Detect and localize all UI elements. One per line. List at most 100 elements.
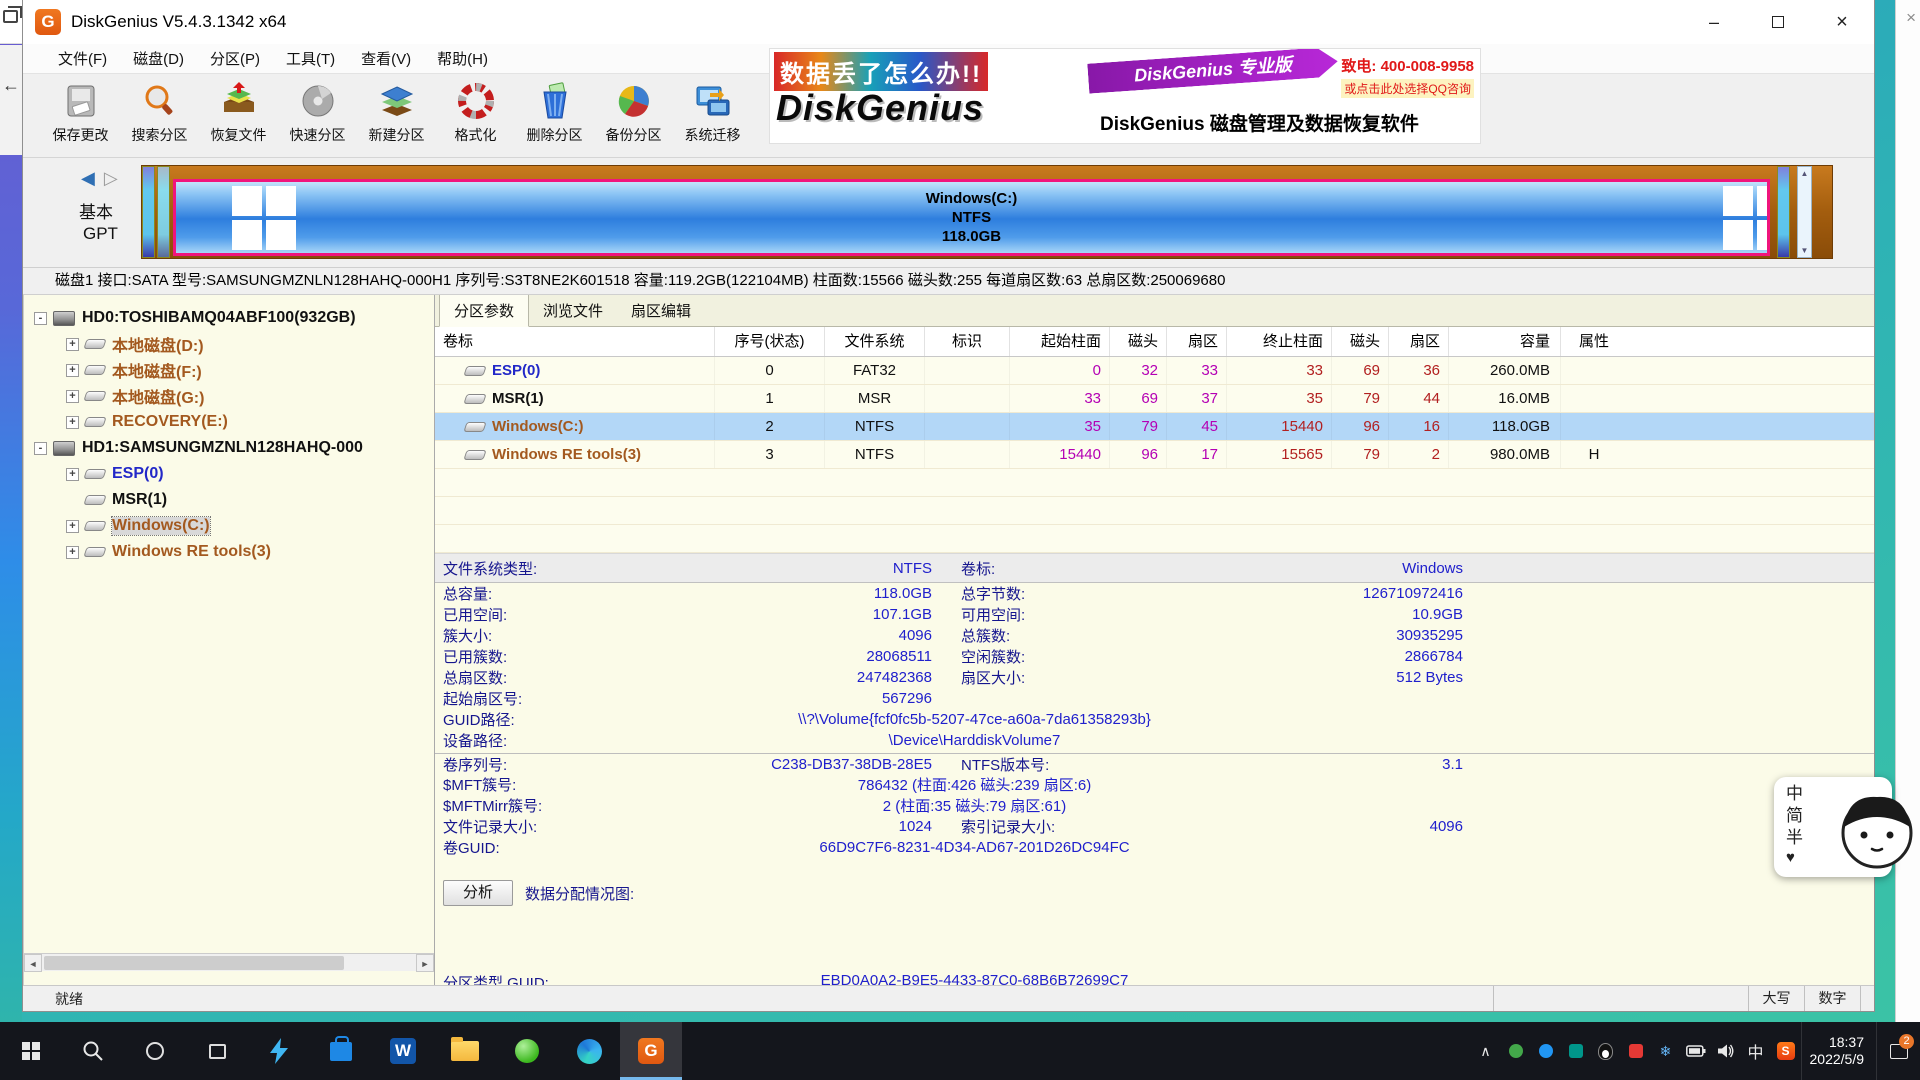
system-migration-button[interactable]: 系统迁移	[673, 74, 752, 157]
scroll-right-icon[interactable]: ►	[416, 954, 434, 972]
background-close-icon[interactable]: ×	[1906, 8, 1916, 28]
expander-icon[interactable]: -	[34, 312, 47, 325]
tray-snowflake-icon[interactable]: ❄	[1651, 1022, 1681, 1080]
tray-green-icon[interactable]	[1501, 1022, 1531, 1080]
tree-horizontal-scrollbar[interactable]: ◄ ►	[24, 953, 434, 971]
tray-qq-icon[interactable]	[1591, 1022, 1621, 1080]
tree-item-local-f[interactable]: + 本地磁盘(F:)	[24, 357, 434, 383]
battery-icon[interactable]	[1681, 1022, 1711, 1080]
action-center-button[interactable]: 2	[1876, 1022, 1920, 1080]
menu-tools[interactable]: 工具(T)	[273, 48, 348, 69]
recover-files-button[interactable]: 恢复文件	[199, 74, 278, 157]
quick-partition-button[interactable]: 快速分区	[278, 74, 357, 157]
restore-window-icon[interactable]	[3, 10, 18, 23]
tab-partition-params[interactable]: 分区参数	[439, 295, 529, 327]
delete-partition-button[interactable]: 删除分区	[515, 74, 594, 157]
expander-icon[interactable]: +	[66, 468, 79, 481]
col-header-attr[interactable]: 属性	[1561, 327, 1627, 356]
ime-status-panel[interactable]: 中 简 半 ♥	[1774, 777, 1892, 877]
re-tools-partition-segment[interactable]	[1777, 166, 1790, 258]
expander-icon[interactable]: -	[34, 442, 47, 455]
tree-item-recovery-e[interactable]: + RECOVERY(E:)	[24, 409, 434, 435]
expander-icon[interactable]: +	[66, 520, 79, 533]
ad-banner[interactable]: 数据丢了怎么办!! DiskGenius 专业版 致电: 400-008-995…	[769, 48, 1481, 144]
tree-item-hd0[interactable]: - HD0:TOSHIBAMQ04ABF100(932GB)	[24, 305, 434, 331]
prev-disk-icon[interactable]: ◀	[81, 168, 95, 188]
cortana-button[interactable]	[124, 1022, 186, 1080]
expander-icon[interactable]: +	[66, 546, 79, 559]
col-header-start-head[interactable]: 磁头	[1110, 327, 1167, 356]
pinned-lightning-app[interactable]	[248, 1022, 310, 1080]
pinned-store-app[interactable]	[310, 1022, 372, 1080]
expander-icon[interactable]: +	[66, 364, 79, 377]
esp-partition-segment[interactable]	[142, 166, 155, 258]
maximize-button[interactable]	[1746, 0, 1810, 44]
menu-partition[interactable]: 分区(P)	[197, 48, 273, 69]
tray-teal-icon[interactable]	[1561, 1022, 1591, 1080]
col-header-start-sector[interactable]: 扇区	[1167, 327, 1227, 356]
tab-sector-edit[interactable]: 扇区编辑	[617, 295, 705, 326]
disk-bar-scrollbar[interactable]: ▲ ▼	[1797, 166, 1812, 258]
tree-item-windows-re[interactable]: + Windows RE tools(3)	[24, 539, 434, 565]
col-header-end-sector[interactable]: 扇区	[1389, 327, 1449, 356]
analyze-button[interactable]: 分析	[443, 880, 513, 906]
tree-item-msr[interactable]: MSR(1)	[24, 487, 434, 513]
col-header-end-head[interactable]: 磁头	[1332, 327, 1389, 356]
expander-icon[interactable]: +	[66, 416, 79, 429]
col-header-start-cyl[interactable]: 起始柱面	[1010, 327, 1110, 356]
device-path-row: 设备路径: \Device\HarddiskVolume7	[435, 730, 1874, 751]
pinned-browser-app[interactable]	[496, 1022, 558, 1080]
pinned-word-app[interactable]: W	[372, 1022, 434, 1080]
volume-icon[interactable]	[1711, 1022, 1741, 1080]
next-disk-icon[interactable]: ▷	[104, 168, 118, 188]
tree-item-esp[interactable]: + ESP(0)	[24, 461, 434, 487]
tab-browse-files[interactable]: 浏览文件	[529, 295, 617, 326]
col-header-volume[interactable]: 卷标	[435, 327, 715, 356]
tray-blue-icon[interactable]	[1531, 1022, 1561, 1080]
backup-partition-button[interactable]: 备份分区	[594, 74, 673, 157]
menu-disk[interactable]: 磁盘(D)	[120, 48, 197, 69]
col-header-flag[interactable]: 标识	[925, 327, 1010, 356]
col-header-seq[interactable]: 序号(状态)	[715, 327, 825, 356]
format-button[interactable]: 格式化	[436, 74, 515, 157]
menu-help[interactable]: 帮助(H)	[424, 48, 501, 69]
taskbar-search-button[interactable]	[62, 1022, 124, 1080]
close-button[interactable]: ×	[1810, 0, 1874, 44]
menu-file[interactable]: 文件(F)	[45, 48, 120, 69]
file-explorer-button[interactable]	[434, 1022, 496, 1080]
tray-red-icon[interactable]	[1621, 1022, 1651, 1080]
sogou-icon[interactable]: S	[1771, 1022, 1801, 1080]
scroll-up-icon: ▲	[1798, 169, 1811, 178]
minimize-button[interactable]: –	[1682, 0, 1746, 44]
tree-item-local-g[interactable]: + 本地磁盘(G:)	[24, 383, 434, 409]
ad-qq-link[interactable]: 或点击此处选择QQ咨询	[1341, 79, 1474, 98]
windows-c-partition-segment[interactable]: Windows(C:) NTFS 118.0GB	[173, 179, 1770, 256]
table-row-windows-c[interactable]: Windows(C:) 2 NTFS 35 79 45 15440 96 16 …	[435, 413, 1874, 441]
scroll-left-icon[interactable]: ◄	[24, 954, 42, 972]
search-partition-button[interactable]: 搜索分区	[120, 74, 199, 157]
expander-icon[interactable]: +	[66, 338, 79, 351]
task-view-button[interactable]	[186, 1022, 248, 1080]
new-partition-button[interactable]: 新建分区	[357, 74, 436, 157]
scrollbar-thumb[interactable]	[44, 956, 344, 970]
tree-item-windows-c[interactable]: + Windows(C:)	[24, 513, 434, 539]
start-button[interactable]	[0, 1022, 62, 1080]
taskbar-clock[interactable]: 18:37 2022/5/9	[1801, 1022, 1877, 1080]
table-row-msr[interactable]: MSR(1) 1 MSR 33 69 37 35 79 44 16.0MB	[435, 385, 1874, 413]
ime-zh-icon[interactable]: 中	[1741, 1022, 1771, 1080]
taskbar-diskgenius-app[interactable]: G	[620, 1022, 682, 1080]
expander-icon[interactable]: +	[66, 390, 79, 403]
tree-item-local-d[interactable]: + 本地磁盘(D:)	[24, 331, 434, 357]
msr-partition-segment[interactable]	[157, 166, 170, 258]
col-header-size[interactable]: 容量	[1449, 327, 1561, 356]
table-row-esp[interactable]: ESP(0) 0 FAT32 0 32 33 33 69 36 260.0MB	[435, 357, 1874, 385]
col-header-fs[interactable]: 文件系统	[825, 327, 925, 356]
pinned-edge-app[interactable]	[558, 1022, 620, 1080]
col-header-end-cyl[interactable]: 终止柱面	[1227, 327, 1332, 356]
menu-view[interactable]: 查看(V)	[348, 48, 424, 69]
back-arrow-icon[interactable]: ←	[2, 75, 20, 95]
tree-item-hd1[interactable]: - HD1:SAMSUNGMZNLN128HAHQ-000	[24, 435, 434, 461]
save-changes-button[interactable]: 保存更改	[41, 74, 120, 157]
tray-chevron-icon[interactable]: ∧	[1471, 1022, 1501, 1080]
table-row-windows-re[interactable]: Windows RE tools(3) 3 NTFS 15440 96 17 1…	[435, 441, 1874, 469]
